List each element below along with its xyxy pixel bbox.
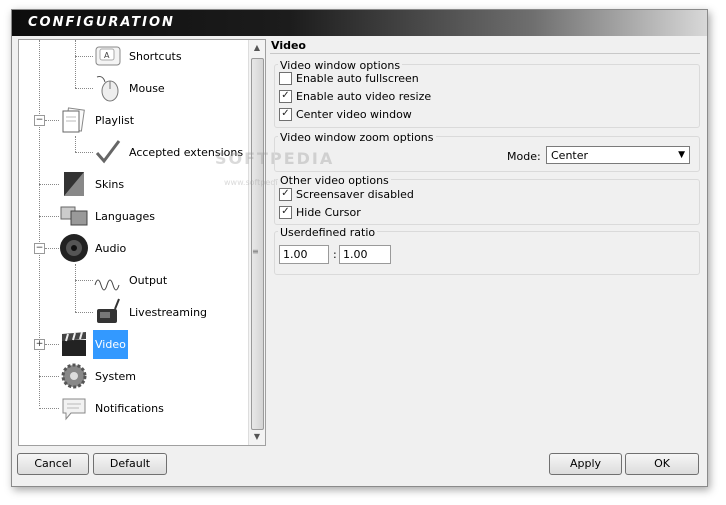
mode-value: Center <box>551 148 589 162</box>
speaker-icon <box>59 233 89 263</box>
video-expander[interactable]: + <box>34 339 45 350</box>
chevron-down-icon[interactable]: ▼ <box>678 150 685 160</box>
tree-item-notifications[interactable]: Notifications <box>59 392 166 424</box>
tree-item-playlist[interactable]: Playlist <box>59 104 136 136</box>
tree-item-video[interactable]: Video <box>59 328 128 360</box>
ratio-separator: : <box>333 248 337 261</box>
languages-icon <box>59 201 89 231</box>
speech-bubble-icon <box>59 393 89 423</box>
tree-label: Livestreaming <box>129 305 208 319</box>
tree-label: Playlist <box>95 113 135 127</box>
apply-button[interactable]: Apply <box>549 453 622 475</box>
audio-expander[interactable]: − <box>34 243 45 254</box>
clapperboard-icon <box>59 329 89 359</box>
category-tree[interactable]: − − + A Shortcuts Mouse Playlist Accepte… <box>18 39 266 446</box>
tree-item-skins[interactable]: Skins <box>59 168 126 200</box>
tree-label-selected: Video <box>93 329 128 359</box>
checkbox-label: Enable auto video resize <box>296 90 432 103</box>
title-bar[interactable]: CONFIGURATION <box>12 10 707 36</box>
checkbox-checked-icon[interactable]: ✓ <box>279 206 292 219</box>
checkbox-hide-cursor[interactable]: ✓ Hide Cursor <box>279 206 361 219</box>
tree-item-system[interactable]: System <box>59 360 138 392</box>
checkbox-label: Screensaver disabled <box>296 188 414 201</box>
configuration-window: CONFIGURATION − − + A Shortcuts Mouse Pl… <box>11 9 708 487</box>
mouse-icon <box>93 73 123 103</box>
window-title: CONFIGURATION <box>28 15 175 30</box>
default-button[interactable]: Default <box>93 453 167 475</box>
mode-label: Mode: <box>507 150 541 163</box>
checkmark-icon <box>93 137 123 167</box>
waveform-icon <box>93 265 123 295</box>
checkbox-label: Hide Cursor <box>296 206 361 219</box>
group-video-window: Video window options Enable auto fullscr… <box>274 59 700 128</box>
tree-item-output[interactable]: Output <box>93 264 169 296</box>
checkbox-auto-resize[interactable]: ✓ Enable auto video resize <box>279 90 431 103</box>
cancel-button[interactable]: Cancel <box>17 453 89 475</box>
group-title: Other video options <box>278 174 391 187</box>
settings-panel: Video Video window options Enable auto f… <box>270 39 700 444</box>
tree-label: Output <box>129 273 168 287</box>
radio-icon <box>93 297 123 327</box>
checkbox-label: Enable auto fullscreen <box>296 72 419 85</box>
tree-item-audio[interactable]: Audio <box>59 232 128 264</box>
gears-icon <box>59 361 89 391</box>
group-title: Video window options <box>278 59 403 72</box>
tree-item-languages[interactable]: Languages <box>59 200 157 232</box>
mode-dropdown[interactable]: Center ▼ <box>546 146 690 164</box>
checkbox-checked-icon[interactable]: ✓ <box>279 108 292 121</box>
svg-text:A: A <box>104 51 110 60</box>
grip-icon: ≡ <box>252 247 259 256</box>
ratio-input-a[interactable]: 1.00 <box>279 245 329 264</box>
tree-label: Notifications <box>95 401 164 415</box>
tree-label: Skins <box>95 177 125 191</box>
group-other-video: Other video options ✓ Screensaver disabl… <box>274 174 700 225</box>
checkbox-checked-icon[interactable]: ✓ <box>279 90 292 103</box>
tree-label: Languages <box>95 209 156 223</box>
divider <box>270 53 700 54</box>
checkbox-center-window[interactable]: ✓ Center video window <box>279 108 412 121</box>
checkbox-icon[interactable] <box>279 72 292 85</box>
playlist-documents-icon <box>59 105 89 135</box>
group-title: Userdefined ratio <box>278 226 378 239</box>
skins-icon <box>59 169 89 199</box>
playlist-expander[interactable]: − <box>34 115 45 126</box>
checkbox-screensaver-disabled[interactable]: ✓ Screensaver disabled <box>279 188 414 201</box>
scroll-up-icon[interactable]: ▲ <box>249 40 265 56</box>
panel-title: Video <box>271 39 306 52</box>
tree-label: Audio <box>95 241 127 255</box>
checkbox-checked-icon[interactable]: ✓ <box>279 188 292 201</box>
keyboard-key-icon: A <box>93 41 123 71</box>
checkbox-auto-fullscreen[interactable]: Enable auto fullscreen <box>279 72 419 85</box>
group-zoom: Video window zoom options Mode: Center ▼ <box>274 131 700 172</box>
tree-scrollbar[interactable]: ▲ ≡ ▼ <box>248 40 265 445</box>
scroll-down-icon[interactable]: ▼ <box>249 429 265 445</box>
ratio-input-b[interactable]: 1.00 <box>339 245 391 264</box>
tree-item-shortcuts[interactable]: A Shortcuts <box>93 40 184 72</box>
tree-item-livestreaming[interactable]: Livestreaming <box>93 296 209 328</box>
group-userdefined-ratio: Userdefined ratio 1.00 : 1.00 <box>274 226 700 275</box>
checkbox-label: Center video window <box>296 108 412 121</box>
tree-label: Mouse <box>129 81 165 95</box>
tree-label: System <box>95 369 137 383</box>
tree-label: Shortcuts <box>129 49 182 63</box>
ok-button[interactable]: OK <box>625 453 699 475</box>
group-title: Video window zoom options <box>278 131 436 144</box>
tree-item-mouse[interactable]: Mouse <box>93 72 167 104</box>
scroll-thumb[interactable] <box>251 58 264 430</box>
